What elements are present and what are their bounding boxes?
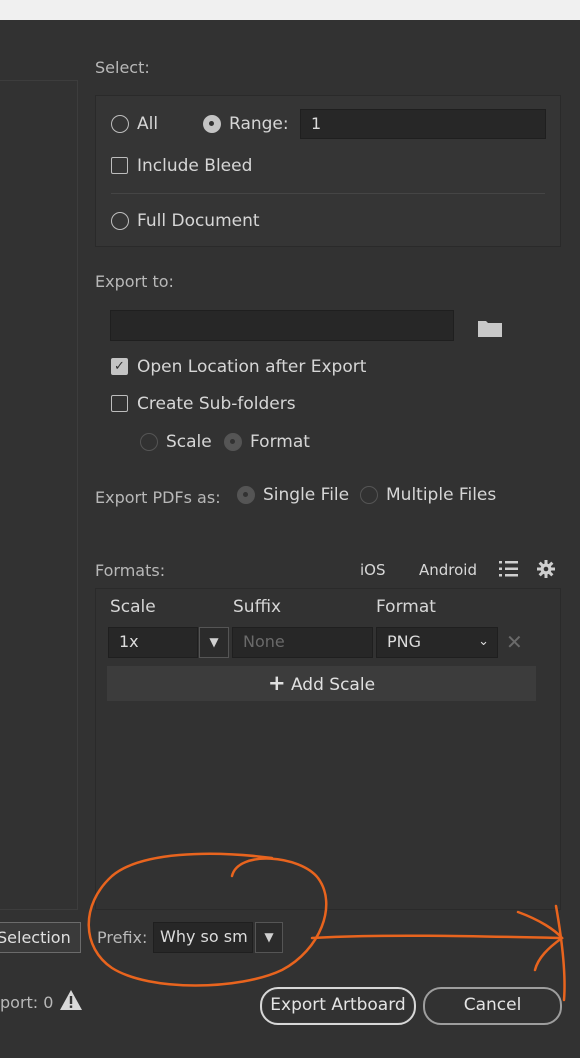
- scale-dropdown-button[interactable]: ▼: [199, 627, 229, 658]
- suffix-input[interactable]: None: [232, 627, 373, 658]
- multiple-files-label: Multiple Files: [386, 485, 497, 505]
- subfolder-scale-radio[interactable]: [140, 433, 158, 451]
- col-header-format: Format: [376, 597, 436, 617]
- open-location-checkbox[interactable]: ✓: [111, 358, 128, 375]
- create-subfolders-checkbox[interactable]: [111, 395, 128, 412]
- export-selection-label: Selection: [0, 928, 71, 947]
- android-preset-button[interactable]: Android: [419, 561, 477, 579]
- list-icon[interactable]: [499, 559, 519, 579]
- gear-icon[interactable]: [537, 560, 555, 578]
- all-label: All: [137, 114, 159, 134]
- annotation-arrow-line: [310, 934, 562, 940]
- include-bleed-label: Include Bleed: [137, 156, 253, 176]
- single-file-radio[interactable]: [237, 486, 255, 504]
- triangle-down-icon: ▼: [209, 635, 219, 649]
- formats-label: Formats:: [95, 561, 166, 580]
- prefix-dropdown-button[interactable]: ▼: [255, 922, 283, 953]
- format-select-value: PNG: [387, 632, 422, 651]
- top-window-strip: [0, 0, 580, 20]
- scale-input[interactable]: 1x: [108, 627, 198, 658]
- subfolder-format-label: Format: [250, 432, 310, 452]
- range-input[interactable]: 1: [300, 109, 546, 139]
- prefix-label: Prefix:: [97, 928, 148, 947]
- annotation-arrow-tail: [554, 904, 566, 1002]
- all-radio[interactable]: [111, 115, 129, 133]
- folder-icon[interactable]: [477, 318, 503, 338]
- subfolder-scale-label: Scale: [166, 432, 212, 452]
- warning-icon: [59, 989, 83, 1011]
- cancel-button[interactable]: Cancel: [423, 987, 562, 1025]
- include-bleed-checkbox[interactable]: [111, 157, 128, 174]
- close-icon[interactable]: ✕: [506, 630, 524, 654]
- export-selection-button[interactable]: Selection: [0, 922, 81, 953]
- chevron-down-icon: ⌄: [478, 634, 489, 649]
- export-path-input[interactable]: [110, 310, 454, 341]
- create-subfolders-label: Create Sub-folders: [137, 394, 296, 414]
- single-file-label: Single File: [263, 485, 350, 505]
- export-count-label: port: 0: [0, 993, 54, 1012]
- export-pdfs-label: Export PDFs as:: [95, 488, 221, 507]
- add-scale-button[interactable]: + Add Scale: [107, 666, 536, 701]
- prefix-input[interactable]: Why so sm: [153, 922, 253, 953]
- export-to-label: Export to:: [95, 272, 174, 291]
- select-divider: [111, 193, 545, 194]
- full-document-radio[interactable]: [111, 212, 129, 230]
- export-artboard-button[interactable]: Export Artboard: [260, 987, 416, 1025]
- open-location-label: Open Location after Export: [137, 357, 367, 377]
- plus-icon: +: [267, 671, 286, 695]
- triangle-down-icon: ▼: [264, 930, 274, 944]
- full-document-label: Full Document: [137, 211, 260, 231]
- artboard-preview-panel: [0, 80, 78, 910]
- subfolder-format-radio[interactable]: [224, 433, 242, 451]
- range-label: Range:: [229, 114, 289, 134]
- add-scale-label: Add Scale: [290, 675, 376, 695]
- range-radio[interactable]: [203, 115, 221, 133]
- ios-preset-button[interactable]: iOS: [360, 561, 386, 579]
- multiple-files-radio[interactable]: [360, 486, 378, 504]
- col-header-scale: Scale: [110, 597, 156, 617]
- col-header-suffix: Suffix: [233, 597, 282, 617]
- format-toolbar-separator: [528, 578, 529, 579]
- format-select[interactable]: PNG ⌄: [376, 627, 498, 658]
- select-label: Select:: [95, 58, 150, 77]
- annotation-arrow-head: [516, 910, 564, 972]
